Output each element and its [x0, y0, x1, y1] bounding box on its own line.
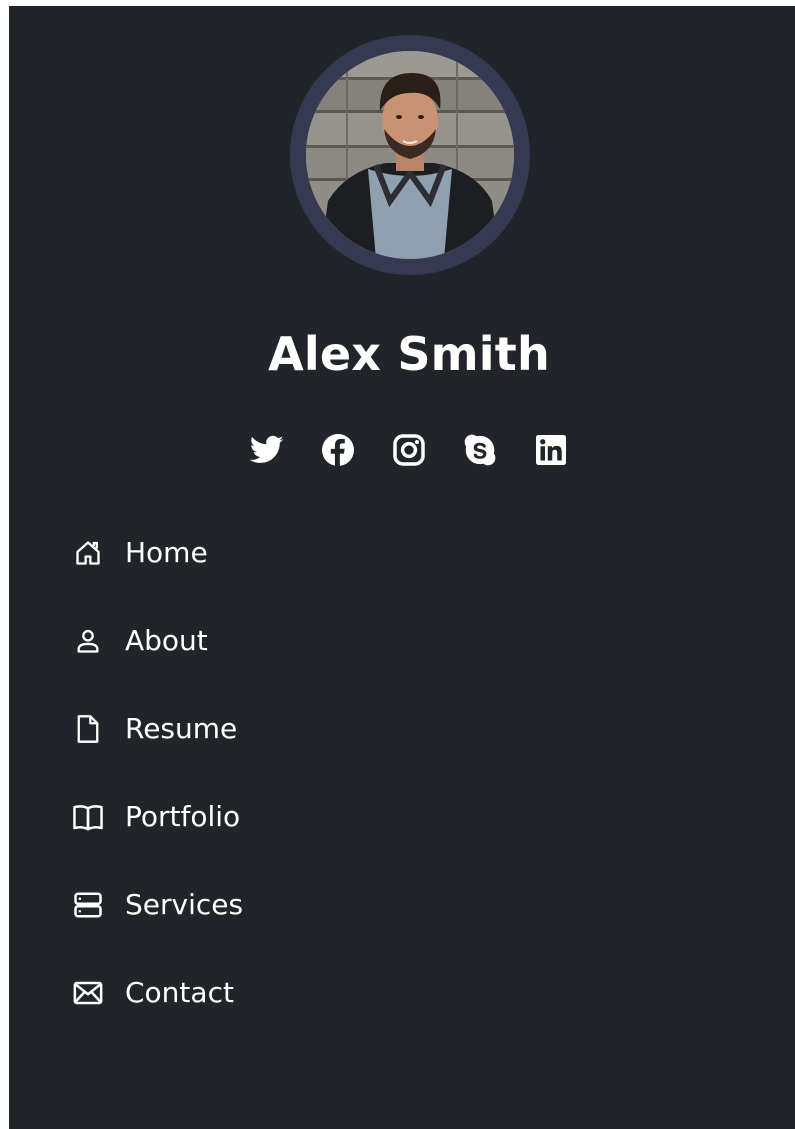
nav-item-services[interactable]: Services: [71, 861, 471, 949]
nav-item-home[interactable]: Home: [71, 509, 471, 597]
nav-label-home: Home: [125, 536, 208, 569]
skype-icon: [464, 434, 496, 466]
nav-item-contact[interactable]: Contact: [71, 949, 471, 1037]
linkedin-icon: [536, 435, 566, 465]
nav-item-portfolio[interactable]: Portfolio: [71, 773, 471, 861]
profile-photo: [306, 51, 514, 259]
nav-label-about: About: [125, 624, 208, 657]
twitter-link[interactable]: [249, 430, 285, 470]
instagram-link[interactable]: [391, 430, 427, 470]
linkedin-link[interactable]: [533, 430, 569, 470]
facebook-link[interactable]: [320, 430, 356, 470]
nav-item-about[interactable]: About: [71, 597, 471, 685]
profile-name: Alex Smith: [268, 327, 550, 381]
page-frame: Alex Smith Home About Resume Portfolio S…: [0, 0, 795, 1129]
instagram-icon: [393, 434, 425, 466]
nav-item-resume[interactable]: Resume: [71, 685, 471, 773]
sidebar: Alex Smith Home About Resume Portfolio S…: [9, 6, 795, 1129]
social-links: [9, 430, 795, 470]
skype-link[interactable]: [462, 430, 498, 470]
main-nav: Home About Resume Portfolio Services Con…: [71, 509, 471, 1037]
nav-label-contact: Contact: [125, 976, 234, 1009]
avatar: [306, 51, 514, 259]
server-icon: [71, 888, 105, 922]
person-icon: [71, 624, 105, 658]
envelope-icon: [71, 976, 105, 1010]
book-icon: [71, 800, 105, 834]
twitter-icon: [250, 435, 284, 463]
nav-label-portfolio: Portfolio: [125, 800, 241, 833]
nav-label-services: Services: [125, 888, 244, 921]
avatar-ring: [290, 35, 530, 275]
file-icon: [71, 712, 105, 746]
nav-label-resume: Resume: [125, 712, 238, 745]
facebook-icon: [322, 434, 354, 466]
house-icon: [71, 536, 105, 570]
